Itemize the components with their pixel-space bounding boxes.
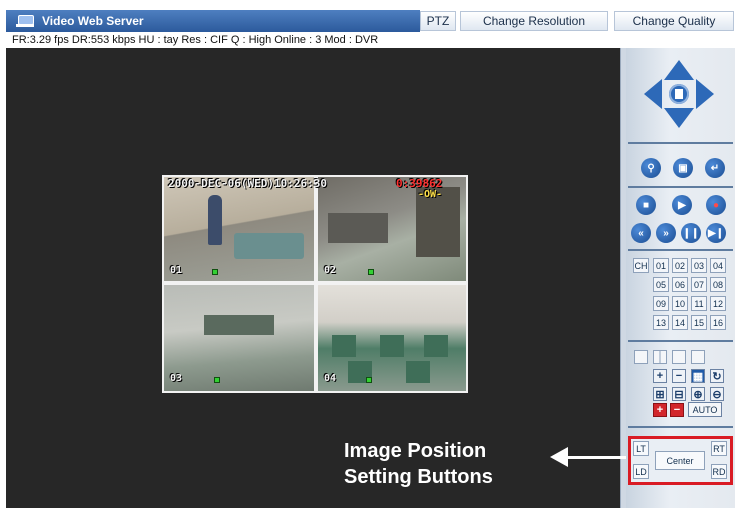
iris-close-icon[interactable]: ⊖ [710,387,724,401]
pause-icon[interactable]: ❙❙ [681,223,701,243]
channel-button-16[interactable]: 16 [710,315,726,330]
channel-button-05[interactable]: 05 [653,277,669,292]
fast-forward-icon[interactable]: » [656,223,676,243]
arrow-left-icon[interactable] [644,79,662,109]
monitor-icon [16,15,34,27]
change-quality-button[interactable]: Change Quality [614,11,734,31]
iris-open-icon[interactable]: ⊕ [691,387,705,401]
callout-label: Image Position Setting Buttons [344,438,564,490]
app-title: Video Web Server [42,14,144,28]
arrow-up-icon[interactable] [664,60,694,80]
play-icon[interactable]: ▶ [672,195,692,215]
date-overlay: 2000-DEC-06(WED)10:26:30 [168,177,327,190]
ptz-button[interactable]: PTZ [420,11,456,31]
position-ld-button[interactable]: LD [633,464,649,479]
channel-button-09[interactable]: 09 [653,296,669,311]
channel-label: 03 [170,373,183,384]
zoom-plus-icon[interactable]: + [653,369,667,383]
divider [628,340,733,342]
image-position-panel: LT RT Center LD RD [628,436,733,485]
divider [628,186,733,188]
rewind-icon[interactable]: « [631,223,651,243]
divider [628,249,733,251]
return-icon[interactable]: ↵ [705,158,725,178]
refresh-icon[interactable]: ↻ [710,369,724,383]
channel-button-08[interactable]: 08 [710,277,726,292]
window-title-bar: Video Web Server [6,10,420,32]
speed-down-icon[interactable]: − [670,403,684,417]
signal-indicator [368,269,374,275]
mode-overlay: -OW- [418,189,443,200]
callout-line-1: Image Position [344,440,487,462]
channel-label: 02 [324,265,337,276]
layout-sixteen-icon[interactable] [691,350,705,364]
callout-line-2: Setting Buttons [344,466,493,488]
channel-label: 04 [324,373,337,384]
channel-button-12[interactable]: 12 [710,296,726,311]
channel-button-10[interactable]: 10 [672,296,688,311]
divider [628,142,733,144]
signal-indicator [214,377,220,383]
channel-button-02[interactable]: 02 [672,258,688,273]
picture-icon[interactable]: ▦ [691,369,705,383]
camera-feed-02[interactable]: 02 [318,177,466,281]
position-rt-button[interactable]: RT [711,441,727,456]
record-icon[interactable]: ● [706,195,726,215]
channel-button-04[interactable]: 04 [710,258,726,273]
channel-button-11[interactable]: 11 [691,296,707,311]
channel-button-01[interactable]: 01 [653,258,669,273]
channel-button-06[interactable]: 06 [672,277,688,292]
speed-up-icon[interactable]: + [653,403,667,417]
focus-out-icon[interactable]: ⊟ [672,387,686,401]
signal-indicator [212,269,218,275]
position-center-button[interactable]: Center [655,451,705,470]
layout-quad-icon[interactable] [653,350,667,364]
zoom-in-icon[interactable]: ⚲ [641,158,661,178]
position-lt-button[interactable]: LT [633,441,649,456]
signal-indicator [366,377,372,383]
arrow-right-icon[interactable] [696,79,714,109]
step-icon[interactable]: ▶❙ [706,223,726,243]
channel-button-15[interactable]: 15 [691,315,707,330]
change-resolution-button[interactable]: Change Resolution [460,11,608,31]
channel-ch-button[interactable]: CH [633,258,649,273]
direction-pad [644,60,714,128]
auto-button[interactable]: AUTO [688,402,722,417]
channel-label: 01 [170,265,183,276]
callout-pointer [566,456,626,459]
camera-feed-01[interactable]: 01 [164,177,314,281]
camera-feed-04[interactable]: 04 [318,285,466,391]
menu-icon[interactable] [669,84,689,104]
channel-button-03[interactable]: 03 [691,258,707,273]
stop-icon[interactable]: ■ [636,195,656,215]
layout-single-icon[interactable] [634,350,648,364]
arrow-down-icon[interactable] [664,108,694,128]
search-icon[interactable]: ▣ [673,158,693,178]
channel-button-14[interactable]: 14 [672,315,688,330]
focus-in-icon[interactable]: ⊞ [653,387,667,401]
zoom-minus-icon[interactable]: − [672,369,686,383]
quad-video-feed[interactable]: 01 02 03 04 2000-DEC-06(WED)10:26:30 0:3… [162,175,468,393]
camera-feed-03[interactable]: 03 [164,285,314,391]
channel-button-07[interactable]: 07 [691,277,707,292]
divider [628,426,733,428]
status-bar: FR:3.29 fps DR:553 kbps HU : tay Res : C… [6,32,620,48]
channel-button-13[interactable]: 13 [653,315,669,330]
layout-nine-icon[interactable] [672,350,686,364]
position-rd-button[interactable]: RD [711,464,727,479]
